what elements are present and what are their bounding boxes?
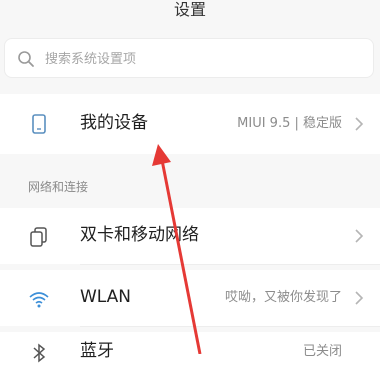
bluetooth-row[interactable]: 蓝牙 已关闭 [0,332,380,388]
chevron-right-icon [355,291,364,305]
sim-card-icon [30,227,47,247]
my-device-label: 我的设备 [80,113,148,133]
chevron-right-icon [355,229,364,243]
page-title: 设置 [173,0,206,19]
wlan-label: WLAN [80,287,132,307]
chevron-right-icon [355,117,364,131]
search-input[interactable] [43,47,367,71]
bluetooth-icon [33,343,46,363]
row-divider [80,326,380,327]
section-network-title: 网络和连接 [28,180,89,194]
search-bar[interactable] [4,38,374,78]
my-device-row[interactable]: 我的设备 MIUI 9.5 | 稳定版 [0,94,380,154]
bluetooth-status: 已关闭 [302,344,342,359]
phone-icon [32,114,46,134]
search-icon [18,51,34,67]
row-divider [80,264,380,265]
dual-sim-row[interactable]: 双卡和移动网络 [0,208,380,264]
bluetooth-label: 蓝牙 [80,341,114,361]
wifi-icon [29,292,49,308]
wlan-row[interactable]: WLAN 哎呦，又被你发现了 [0,270,380,326]
my-device-version: MIUI 9.5 | 稳定版 [237,116,342,131]
dual-sim-label: 双卡和移动网络 [80,225,199,245]
wlan-status: 哎呦，又被你发现了 [224,290,342,305]
